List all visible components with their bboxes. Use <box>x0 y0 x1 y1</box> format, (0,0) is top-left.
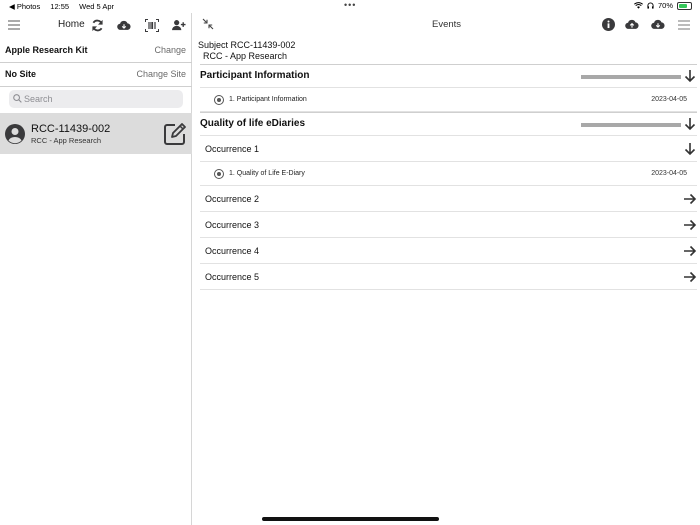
search-input[interactable] <box>24 92 174 106</box>
section-progress-bar <box>581 75 681 79</box>
change-site-button[interactable]: Change Site <box>136 69 186 79</box>
subjects-panel: Home Apple Research Kit Change No Site C… <box>0 13 192 525</box>
site-name: No Site <box>5 69 37 79</box>
status-date: Wed 5 Apr <box>79 2 115 11</box>
subject-header-id: Subject RCC-11439-002 <box>198 40 296 50</box>
occurrence-row[interactable]: Occurrence 4 <box>200 238 697 264</box>
back-to-app-link[interactable]: ◀ Photos <box>9 2 40 11</box>
arrow-down-icon[interactable] <box>683 142 697 156</box>
multitasking-dots[interactable]: ••• <box>344 1 356 10</box>
arrow-down-icon[interactable] <box>683 117 697 131</box>
form-name: 1. Quality of Life E-Diary <box>229 170 305 177</box>
home-title: Home <box>58 19 85 30</box>
form-date: 2023-04-05 <box>651 170 687 177</box>
subject-id: RCC-11439-002 <box>31 123 111 135</box>
status-time: 12:55 <box>50 2 70 11</box>
battery-percent: 70% <box>657 1 673 10</box>
cloud-download-icon[interactable] <box>115 17 132 33</box>
event-section-header[interactable]: Participant Information <box>200 64 697 88</box>
occurrence-label: Occurrence 4 <box>205 246 260 256</box>
menu-icon[interactable] <box>677 18 691 32</box>
battery-level <box>679 3 687 8</box>
form-row[interactable]: 1. Quality of Life E-Diary 2023-04-05 <box>200 162 697 186</box>
search-bar <box>9 90 183 108</box>
occurrence-row[interactable]: Occurrence 3 <box>200 212 697 238</box>
arrow-right-icon[interactable] <box>683 218 697 232</box>
events-title: Events <box>432 19 462 30</box>
cloud-download-icon[interactable] <box>649 17 666 32</box>
change-kit-button[interactable]: Change <box>154 45 186 55</box>
status-bar: ◀ Photos 12:55 Wed 5 Apr ••• 70% <box>0 0 700 13</box>
occurrence-label: Occurrence 5 <box>205 272 260 282</box>
events-panel: Events Subject RCC-11439-002 RCC - App R… <box>193 13 700 525</box>
event-section-title: Participant Information <box>200 70 310 81</box>
avatar-icon <box>5 124 25 144</box>
event-section-title: Quality of life eDiaries <box>200 118 306 129</box>
left-nav-bar: Home <box>0 13 192 38</box>
subject-header: Subject RCC-11439-002 RCC - App Research <box>198 40 295 61</box>
arrow-right-icon[interactable] <box>683 270 697 284</box>
progress-fill <box>581 75 681 79</box>
events-list: Participant Information 1. Participant I… <box>200 64 697 290</box>
occurrence-row[interactable]: Occurrence 2 <box>200 186 697 212</box>
event-section-header[interactable]: Quality of life eDiaries <box>200 112 697 136</box>
research-kit-row: Apple Research Kit Change <box>0 41 192 63</box>
subject-list-item[interactable]: RCC-11439-002 RCC - App Research <box>0 113 192 154</box>
home-indicator[interactable] <box>262 517 439 521</box>
add-user-icon[interactable] <box>170 17 187 33</box>
occurrence-label: Occurrence 2 <box>205 194 260 204</box>
occurrence-label: Occurrence 3 <box>205 220 260 230</box>
form-date: 2023-04-05 <box>651 96 687 103</box>
arrow-right-icon[interactable] <box>683 192 697 206</box>
occurrence-label: Occurrence 1 <box>205 144 260 154</box>
status-left: ◀ Photos 12:55 Wed 5 Apr <box>9 2 122 11</box>
info-icon[interactable] <box>601 17 616 32</box>
cloud-upload-icon[interactable] <box>623 17 640 32</box>
form-status-icon <box>214 169 224 179</box>
status-right: 70% <box>634 1 692 10</box>
progress-fill <box>581 123 681 127</box>
form-status-icon <box>214 95 224 105</box>
search-icon <box>13 94 22 103</box>
subject-study: RCC - App Research <box>31 136 102 145</box>
wifi-icon <box>634 2 643 9</box>
collapse-icon[interactable] <box>201 17 215 31</box>
site-row: No Site Change Site <box>0 65 192 87</box>
research-kit-name: Apple Research Kit <box>5 45 88 55</box>
section-progress-bar <box>581 123 681 127</box>
arrow-down-icon[interactable] <box>683 69 697 83</box>
edit-icon[interactable] <box>163 122 187 146</box>
refresh-icon[interactable] <box>89 17 105 33</box>
battery-icon <box>677 1 692 10</box>
menu-icon[interactable] <box>7 18 21 32</box>
arrow-right-icon[interactable] <box>683 244 697 258</box>
form-row[interactable]: 1. Participant Information 2023-04-05 <box>200 88 697 112</box>
occurrence-row[interactable]: Occurrence 5 <box>200 264 697 290</box>
barcode-scan-icon[interactable] <box>143 17 160 33</box>
occurrence-row[interactable]: Occurrence 1 <box>200 136 697 162</box>
form-name: 1. Participant Information <box>229 96 307 103</box>
headphones-icon <box>647 2 654 9</box>
subject-header-study: RCC - App Research <box>203 50 288 61</box>
